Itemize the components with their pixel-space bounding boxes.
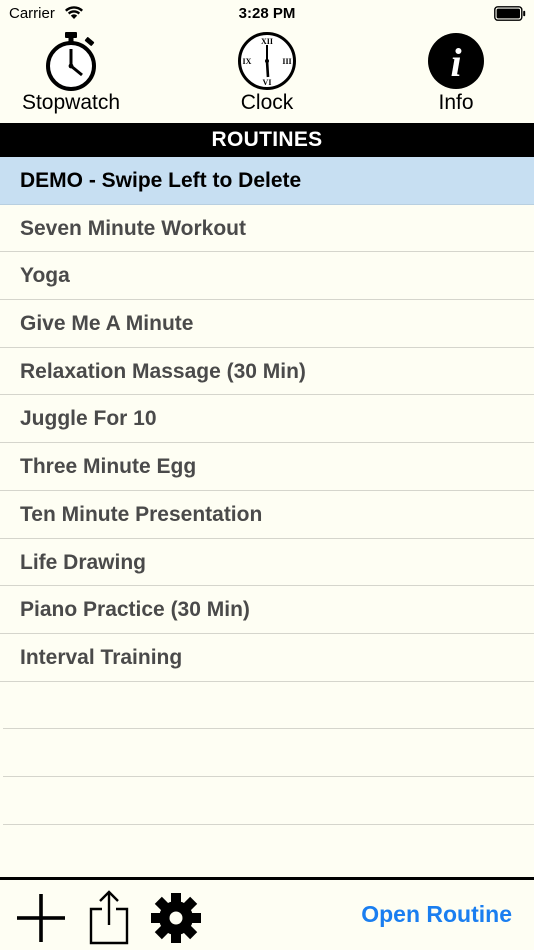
- info-label: Info: [438, 91, 474, 114]
- info-glyph: i: [450, 40, 461, 85]
- routine-label: Ten Minute Presentation: [20, 502, 263, 526]
- routine-row-demo[interactable]: DEMO - Swipe Left to Delete: [0, 157, 534, 205]
- top-nav: Stopwatch XII III VI IX Clock i Info: [0, 28, 534, 122]
- clock-numeral-3: III: [282, 57, 291, 66]
- routine-row-three-minute-egg[interactable]: Three Minute Egg: [0, 443, 534, 491]
- routine-row-relaxation-massage[interactable]: Relaxation Massage (30 Min): [0, 348, 534, 396]
- clock-numeral-9: IX: [243, 57, 252, 66]
- routine-row-juggle-for-10[interactable]: Juggle For 10: [0, 395, 534, 444]
- stopwatch-icon: [46, 32, 96, 91]
- routine-label: Yoga: [20, 264, 70, 288]
- gear-icon[interactable]: [150, 892, 202, 944]
- open-routine-button[interactable]: Open Routine: [361, 901, 512, 928]
- routine-label: Life Drawing: [20, 550, 147, 574]
- routine-row-interval-training[interactable]: Interval Training: [0, 634, 534, 682]
- info-icon: i: [428, 33, 484, 89]
- routine-row-ten-minute-presentation[interactable]: Ten Minute Presentation: [0, 491, 534, 539]
- routines-header: ROUTINES: [0, 123, 534, 157]
- clock-button[interactable]: XII III VI IX Clock: [197, 28, 337, 122]
- empty-row: [3, 825, 534, 873]
- info-button[interactable]: i Info: [386, 28, 526, 122]
- empty-row: [3, 682, 534, 730]
- carrier-label: Carrier: [9, 5, 55, 22]
- routine-label: Juggle For 10: [20, 407, 157, 431]
- empty-row: [3, 777, 534, 825]
- wifi-icon: [65, 6, 83, 19]
- routine-row-give-me-a-minute[interactable]: Give Me A Minute: [0, 300, 534, 348]
- share-icon[interactable]: [89, 889, 129, 945]
- clock-icon: XII III VI IX: [238, 32, 296, 90]
- stopwatch-label: Stopwatch: [21, 91, 121, 114]
- routine-row-piano-practice[interactable]: Piano Practice (30 Min): [0, 586, 534, 634]
- routine-list: DEMO - Swipe Left to Delete Seven Minute…: [0, 157, 534, 872]
- bottom-toolbar: Open Routine: [0, 877, 534, 950]
- plus-icon[interactable]: [17, 894, 65, 942]
- routine-label: Seven Minute Workout: [20, 216, 246, 240]
- routine-label: Interval Training: [20, 645, 183, 669]
- clock-label: Clock: [240, 91, 294, 114]
- stopwatch-button[interactable]: Stopwatch: [1, 28, 141, 122]
- routine-label: Piano Practice (30 Min): [20, 598, 250, 622]
- routine-label: Relaxation Massage (30 Min): [20, 359, 306, 383]
- routine-row-life-drawing[interactable]: Life Drawing: [0, 539, 534, 587]
- routine-row-yoga[interactable]: Yoga: [0, 252, 534, 301]
- routine-label: Give Me A Minute: [20, 312, 194, 336]
- clock-numeral-12: XII: [261, 37, 273, 46]
- clock-numeral-6: VI: [263, 78, 272, 87]
- routine-label: Three Minute Egg: [20, 455, 197, 479]
- routine-row-seven-minute-workout[interactable]: Seven Minute Workout: [0, 205, 534, 253]
- routine-label: DEMO - Swipe Left to Delete: [20, 169, 302, 192]
- status-bar: Carrier 3:28 PM: [0, 0, 534, 28]
- empty-row: [3, 729, 534, 777]
- battery-icon: [494, 6, 526, 21]
